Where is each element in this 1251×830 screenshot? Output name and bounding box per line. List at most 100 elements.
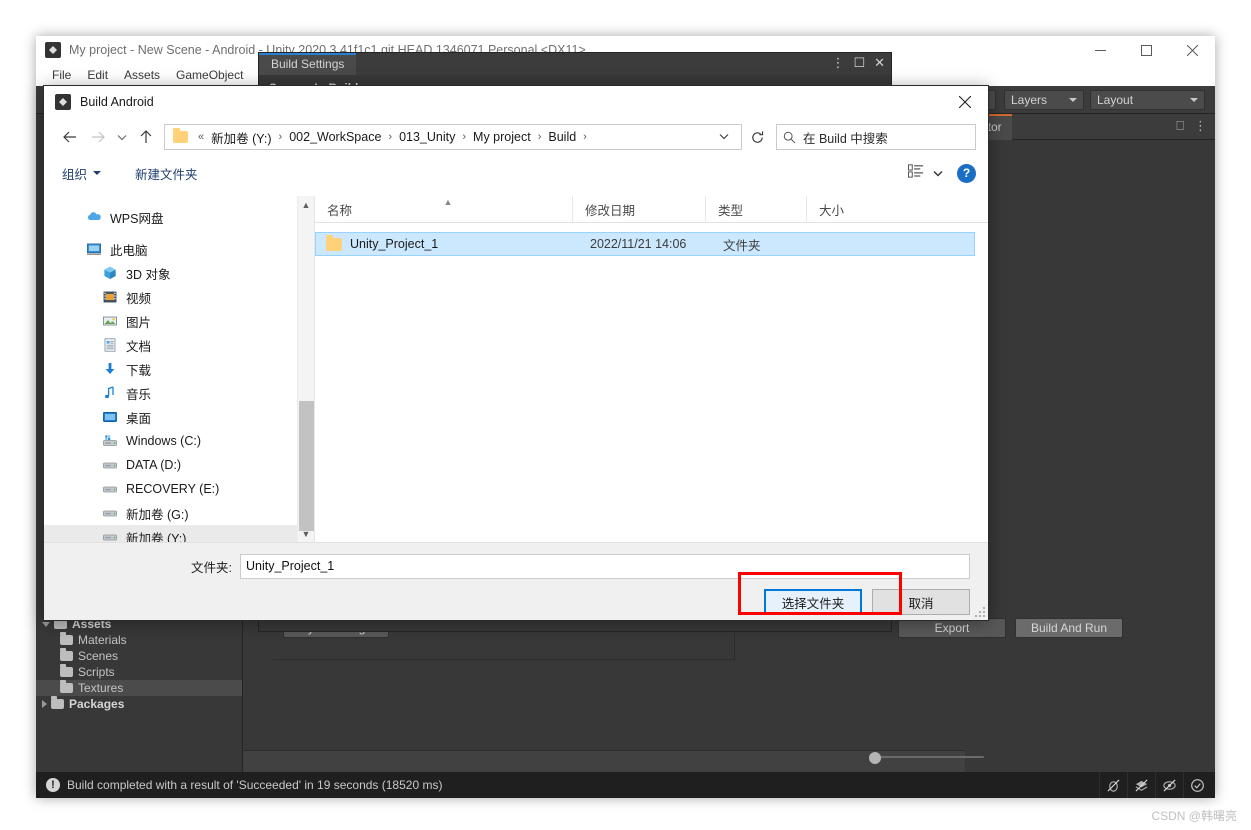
arrow-up-icon[interactable] [132,124,160,150]
nav-item-desktop[interactable]: 桌面 [44,405,314,429]
chevron-down-icon [1190,98,1198,102]
export-button[interactable]: Export [898,618,1006,638]
zoom-slider-track[interactable] [869,756,984,758]
nav-item-3d-objects[interactable]: 3D 对象 [44,261,314,285]
chevron-down-icon[interactable] [711,132,737,143]
arrow-left-icon[interactable] [56,124,84,150]
project-item-materials[interactable]: Materials [36,632,242,648]
file-list-header: ▲ 名称 修改日期 类型 大小 [315,196,988,223]
nav-item-recovery-e[interactable]: RECOVERY (E:) [44,477,314,501]
search-icon [783,131,796,143]
nav-item-label: 视频 [126,291,152,306]
build-android-dialog: Build Android « 新加卷 (Y:) › 002_WorkSpace… [43,85,989,621]
layers-off-icon[interactable] [1127,772,1155,798]
nav-item-label: 音乐 [126,387,152,402]
nav-item-label: 桌面 [126,411,152,426]
check-circle-icon[interactable] [1183,772,1211,798]
nav-item-wps-cloud[interactable]: WPS网盘 [44,205,314,229]
menu-assets[interactable]: Assets [116,68,168,82]
folder-icon [60,632,73,645]
help-icon[interactable]: ? [957,163,976,183]
eye-off-icon[interactable] [1155,772,1183,798]
organize-button[interactable]: 组织 [56,164,107,183]
cancel-button[interactable]: 取消 [872,589,970,615]
new-folder-button[interactable]: 新建文件夹 [129,164,204,183]
breadcrumb-item[interactable]: 新加卷 (Y:) [208,128,274,147]
zoom-slider-thumb[interactable] [869,752,881,764]
nav-item-label: 图片 [126,315,152,330]
watermark: CSDN @韩曙亮 [1151,809,1237,823]
project-item-label: Textures [78,681,124,695]
more-vertical-icon[interactable]: ⋮ [831,55,844,71]
layers-dropdown[interactable]: Layers [1004,90,1084,110]
layout-dropdown[interactable]: Layout [1090,90,1205,110]
build-settings-titlebar-icons: ⋮ ☐ ✕ [831,55,885,71]
column-name[interactable]: ▲ 名称 [315,196,573,222]
arrow-right-icon[interactable] [84,124,112,150]
close-icon[interactable]: ✕ [874,55,885,71]
search-input[interactable]: 在 Build 中搜索 [776,124,976,150]
unity-icon [55,94,71,110]
scrollbar-thumb[interactable] [299,401,314,531]
minimize-icon[interactable] [1077,36,1123,64]
close-icon[interactable] [942,86,988,118]
select-folder-button[interactable]: 选择文件夹 [764,589,862,615]
project-item-packages[interactable]: Packages [36,696,242,712]
column-type[interactable]: 类型 [706,196,807,222]
view-list-icon[interactable] [908,163,925,183]
refresh-icon[interactable] [742,124,772,150]
dialog-title: Build Android [80,95,154,109]
nav-item-volume-g[interactable]: 新加卷 (G:) [44,501,314,525]
resize-grip[interactable] [973,605,985,617]
project-item-label: Scenes [78,649,119,663]
chevron-up-icon: ▲ [443,197,453,207]
chevron-down-icon [93,171,102,175]
chevron-down-icon[interactable] [42,621,50,627]
folder-name-input[interactable]: Unity_Project_1 [240,553,970,579]
nav-item-volume-y[interactable]: 新加卷 (Y:) [44,525,314,542]
maximize-icon[interactable] [1123,36,1169,64]
project-item-scenes[interactable]: Scenes [36,648,242,664]
nav-item-pictures[interactable]: 图片 [44,309,314,333]
chevron-up-icon[interactable]: ▲ [298,196,314,213]
project-item-textures[interactable]: Textures [36,680,242,696]
nav-item-windows-c[interactable]: Windows (C:) [44,429,314,453]
unity-statusbar: ! Build completed with a result of 'Succ… [36,772,1215,798]
nav-item-this-pc[interactable]: 此电脑 [44,237,314,261]
menu-gameobject[interactable]: GameObject [168,68,251,82]
nav-item-documents[interactable]: 文档 [44,333,314,357]
breadcrumb-item[interactable]: Build [545,130,579,144]
tab-build-settings[interactable]: Build Settings [259,53,357,75]
column-label: 大小 [819,203,845,218]
menu-edit[interactable]: Edit [79,68,116,82]
chevron-down-icon[interactable] [112,124,132,150]
breadcrumb-item[interactable]: 013_Unity [396,130,458,144]
table-row[interactable]: Unity_Project_1 2022/11/21 14:06 文件夹 [315,232,975,256]
breadcrumb-item[interactable]: My project [470,130,534,144]
breadcrumb-item[interactable]: 002_WorkSpace [286,130,384,144]
chevron-down-icon[interactable]: ▼ [298,525,314,542]
nav-item-downloads[interactable]: 下载 [44,357,314,381]
folder-icon [60,648,73,661]
nav-item-videos[interactable]: 视频 [44,285,314,309]
more-vertical-icon[interactable]: ⋮ [1194,118,1207,134]
nav-pane-scrollbar[interactable]: ▲ ▼ [297,196,314,542]
nav-item-label: DATA (D:) [126,458,182,472]
column-modified[interactable]: 修改日期 [573,196,706,222]
menu-file[interactable]: File [44,68,79,82]
address-bar[interactable]: « 新加卷 (Y:) › 002_WorkSpace › 013_Unity ›… [164,124,742,150]
lock-icon[interactable]: ⎕ [1176,118,1184,134]
project-item-scripts[interactable]: Scripts [36,664,242,680]
nav-item-label: WPS网盘 [110,211,164,226]
close-icon[interactable] [1169,36,1215,64]
chevron-down-icon[interactable] [933,164,943,182]
nav-item-music[interactable]: 音乐 [44,381,314,405]
drive-icon [102,481,118,497]
window-controls [1077,36,1215,64]
maximize-icon[interactable]: ☐ [853,55,865,71]
build-and-run-button[interactable]: Build And Run [1015,618,1123,638]
nav-item-data-d[interactable]: DATA (D:) [44,453,314,477]
bug-off-icon[interactable] [1099,772,1127,798]
column-size[interactable]: 大小 [807,196,894,222]
chevron-right-icon[interactable] [42,700,47,708]
